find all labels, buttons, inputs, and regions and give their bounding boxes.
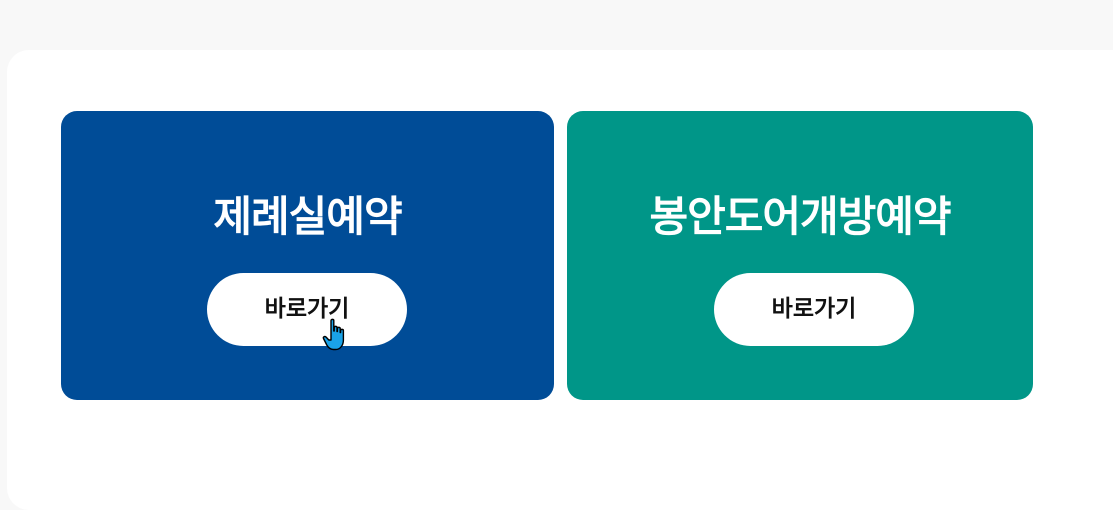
columbarium-door-go-button[interactable]: 바로가기: [714, 273, 914, 346]
memorial-room-go-button[interactable]: 바로가기: [207, 273, 407, 346]
card-title: 제례실예약: [213, 192, 402, 241]
card-title: 봉안도어개방예약: [649, 192, 951, 241]
hand-pointer-icon: [322, 318, 345, 351]
columbarium-door-reservation-card: 봉안도어개방예약 바로가기: [567, 111, 1033, 400]
memorial-room-reservation-card: 제례실예약 바로가기: [61, 111, 554, 400]
